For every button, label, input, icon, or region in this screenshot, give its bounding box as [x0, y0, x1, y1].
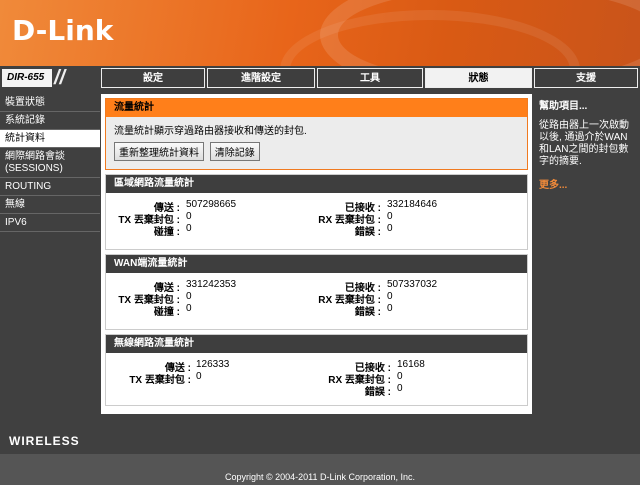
wlan-sent-value: 126333: [196, 359, 230, 370]
tab-advanced[interactable]: 進階設定: [207, 68, 315, 88]
tab-setup[interactable]: 設定: [101, 68, 205, 88]
sidebar-item-statistics[interactable]: 統計資料: [0, 130, 100, 148]
wireless-logo: WIRELESS: [9, 434, 80, 448]
wan-error-label: 錯誤 :: [354, 307, 381, 318]
tab-support[interactable]: 支援: [534, 68, 638, 88]
model-badge: DIR-655: [2, 69, 52, 87]
traffic-stats-intro: 流量統計 流量統計顯示穿過路由器接收和傳送的封包. 重新整理統計資料 清除記錄: [105, 98, 528, 170]
sidebar-item-sessions[interactable]: 網際網路會談 (SESSIONS): [0, 148, 100, 178]
refresh-stats-button[interactable]: 重新整理統計資料: [114, 142, 204, 161]
wan-collision-value: 0: [186, 303, 192, 314]
sidebar-item-ipv6[interactable]: IPV6: [0, 214, 100, 232]
copyright: Copyright © 2004-2011 D-Link Corporation…: [224, 472, 416, 482]
lan-stats-title: 區域網路流量統計: [106, 175, 527, 193]
wlan-received-value: 16168: [397, 359, 425, 370]
sidebar-item-device-info[interactable]: 裝置狀態: [0, 94, 100, 112]
help-panel: 幫助項目... 從路由器上一次啟動以後, 通過介於WAN和LAN之間的封包數字的…: [534, 94, 640, 414]
main-content: 流量統計 流量統計顯示穿過路由器接收和傳送的封包. 重新整理統計資料 清除記錄 …: [101, 94, 532, 414]
top-nav: DIR-655 // 設定 進階設定 工具 狀態 支援: [0, 66, 640, 90]
sidebar: 裝置狀態 系統記錄 統計資料 網際網路會談 (SESSIONS) ROUTING…: [0, 94, 100, 414]
model-badge-area: DIR-655 //: [0, 66, 100, 90]
lan-sent-value: 507298665: [186, 199, 237, 210]
help-title: 幫助項目...: [539, 101, 588, 112]
lan-collision-value: 0: [186, 223, 192, 234]
wan-received-value: 507337032: [387, 279, 438, 290]
wlan-tx-drop-value: 0: [196, 371, 202, 382]
lan-error-label: 錯誤 :: [354, 227, 381, 238]
sidebar-item-logs[interactable]: 系統記錄: [0, 112, 100, 130]
wan-error-value: 0: [387, 303, 393, 314]
wlan-rx-drop-value: 0: [397, 371, 403, 382]
help-more-link[interactable]: 更多...: [539, 176, 635, 191]
dlink-logo: D-Link: [12, 14, 114, 47]
lan-received-value: 332184646: [387, 199, 438, 210]
wan-rx-drop-value: 0: [387, 291, 393, 302]
intro-title: 流量統計: [106, 99, 527, 117]
wlan-stats-title: 無線網路流量統計: [106, 335, 527, 353]
footer: WIRELESS Copyright © 2004-2011 D-Link Co…: [0, 414, 640, 485]
slash-decoration: //: [54, 67, 66, 89]
lan-stats-section: 區域網路流量統計 傳送 : 507298665 已接收 : 332184646 …: [105, 174, 528, 250]
lan-collision-label: 碰撞 :: [153, 227, 180, 238]
tab-status[interactable]: 狀態: [425, 68, 532, 88]
clear-stats-button[interactable]: 清除記錄: [209, 142, 260, 161]
sidebar-item-routing[interactable]: ROUTING: [0, 178, 100, 196]
tab-tools[interactable]: 工具: [317, 68, 423, 88]
lan-tx-drop-value: 0: [186, 211, 192, 222]
wlan-stats-section: 無線網路流量統計 傳送 : 126333 已接收 : 16168 TX 丟棄封包…: [105, 334, 528, 406]
lan-error-value: 0: [387, 223, 393, 234]
wan-tx-drop-value: 0: [186, 291, 192, 302]
help-text: 從路由器上一次啟動以後, 通過介於WAN和LAN之間的封包數字的摘要.: [539, 120, 629, 167]
sidebar-item-wireless[interactable]: 無線: [0, 196, 100, 214]
wan-sent-value: 331242353: [186, 279, 237, 290]
wan-stats-title: WAN端流量統計: [106, 255, 527, 273]
wlan-error-value: 0: [397, 383, 403, 394]
wan-stats-section: WAN端流量統計 傳送 : 331242353 已接收 : 507337032 …: [105, 254, 528, 330]
intro-description: 流量統計顯示穿過路由器接收和傳送的封包.: [114, 126, 307, 137]
lan-rx-drop-value: 0: [387, 211, 393, 222]
wlan-error-label: 錯誤 :: [364, 387, 391, 398]
header-banner: D-Link: [0, 0, 640, 66]
wan-collision-label: 碰撞 :: [153, 307, 180, 318]
